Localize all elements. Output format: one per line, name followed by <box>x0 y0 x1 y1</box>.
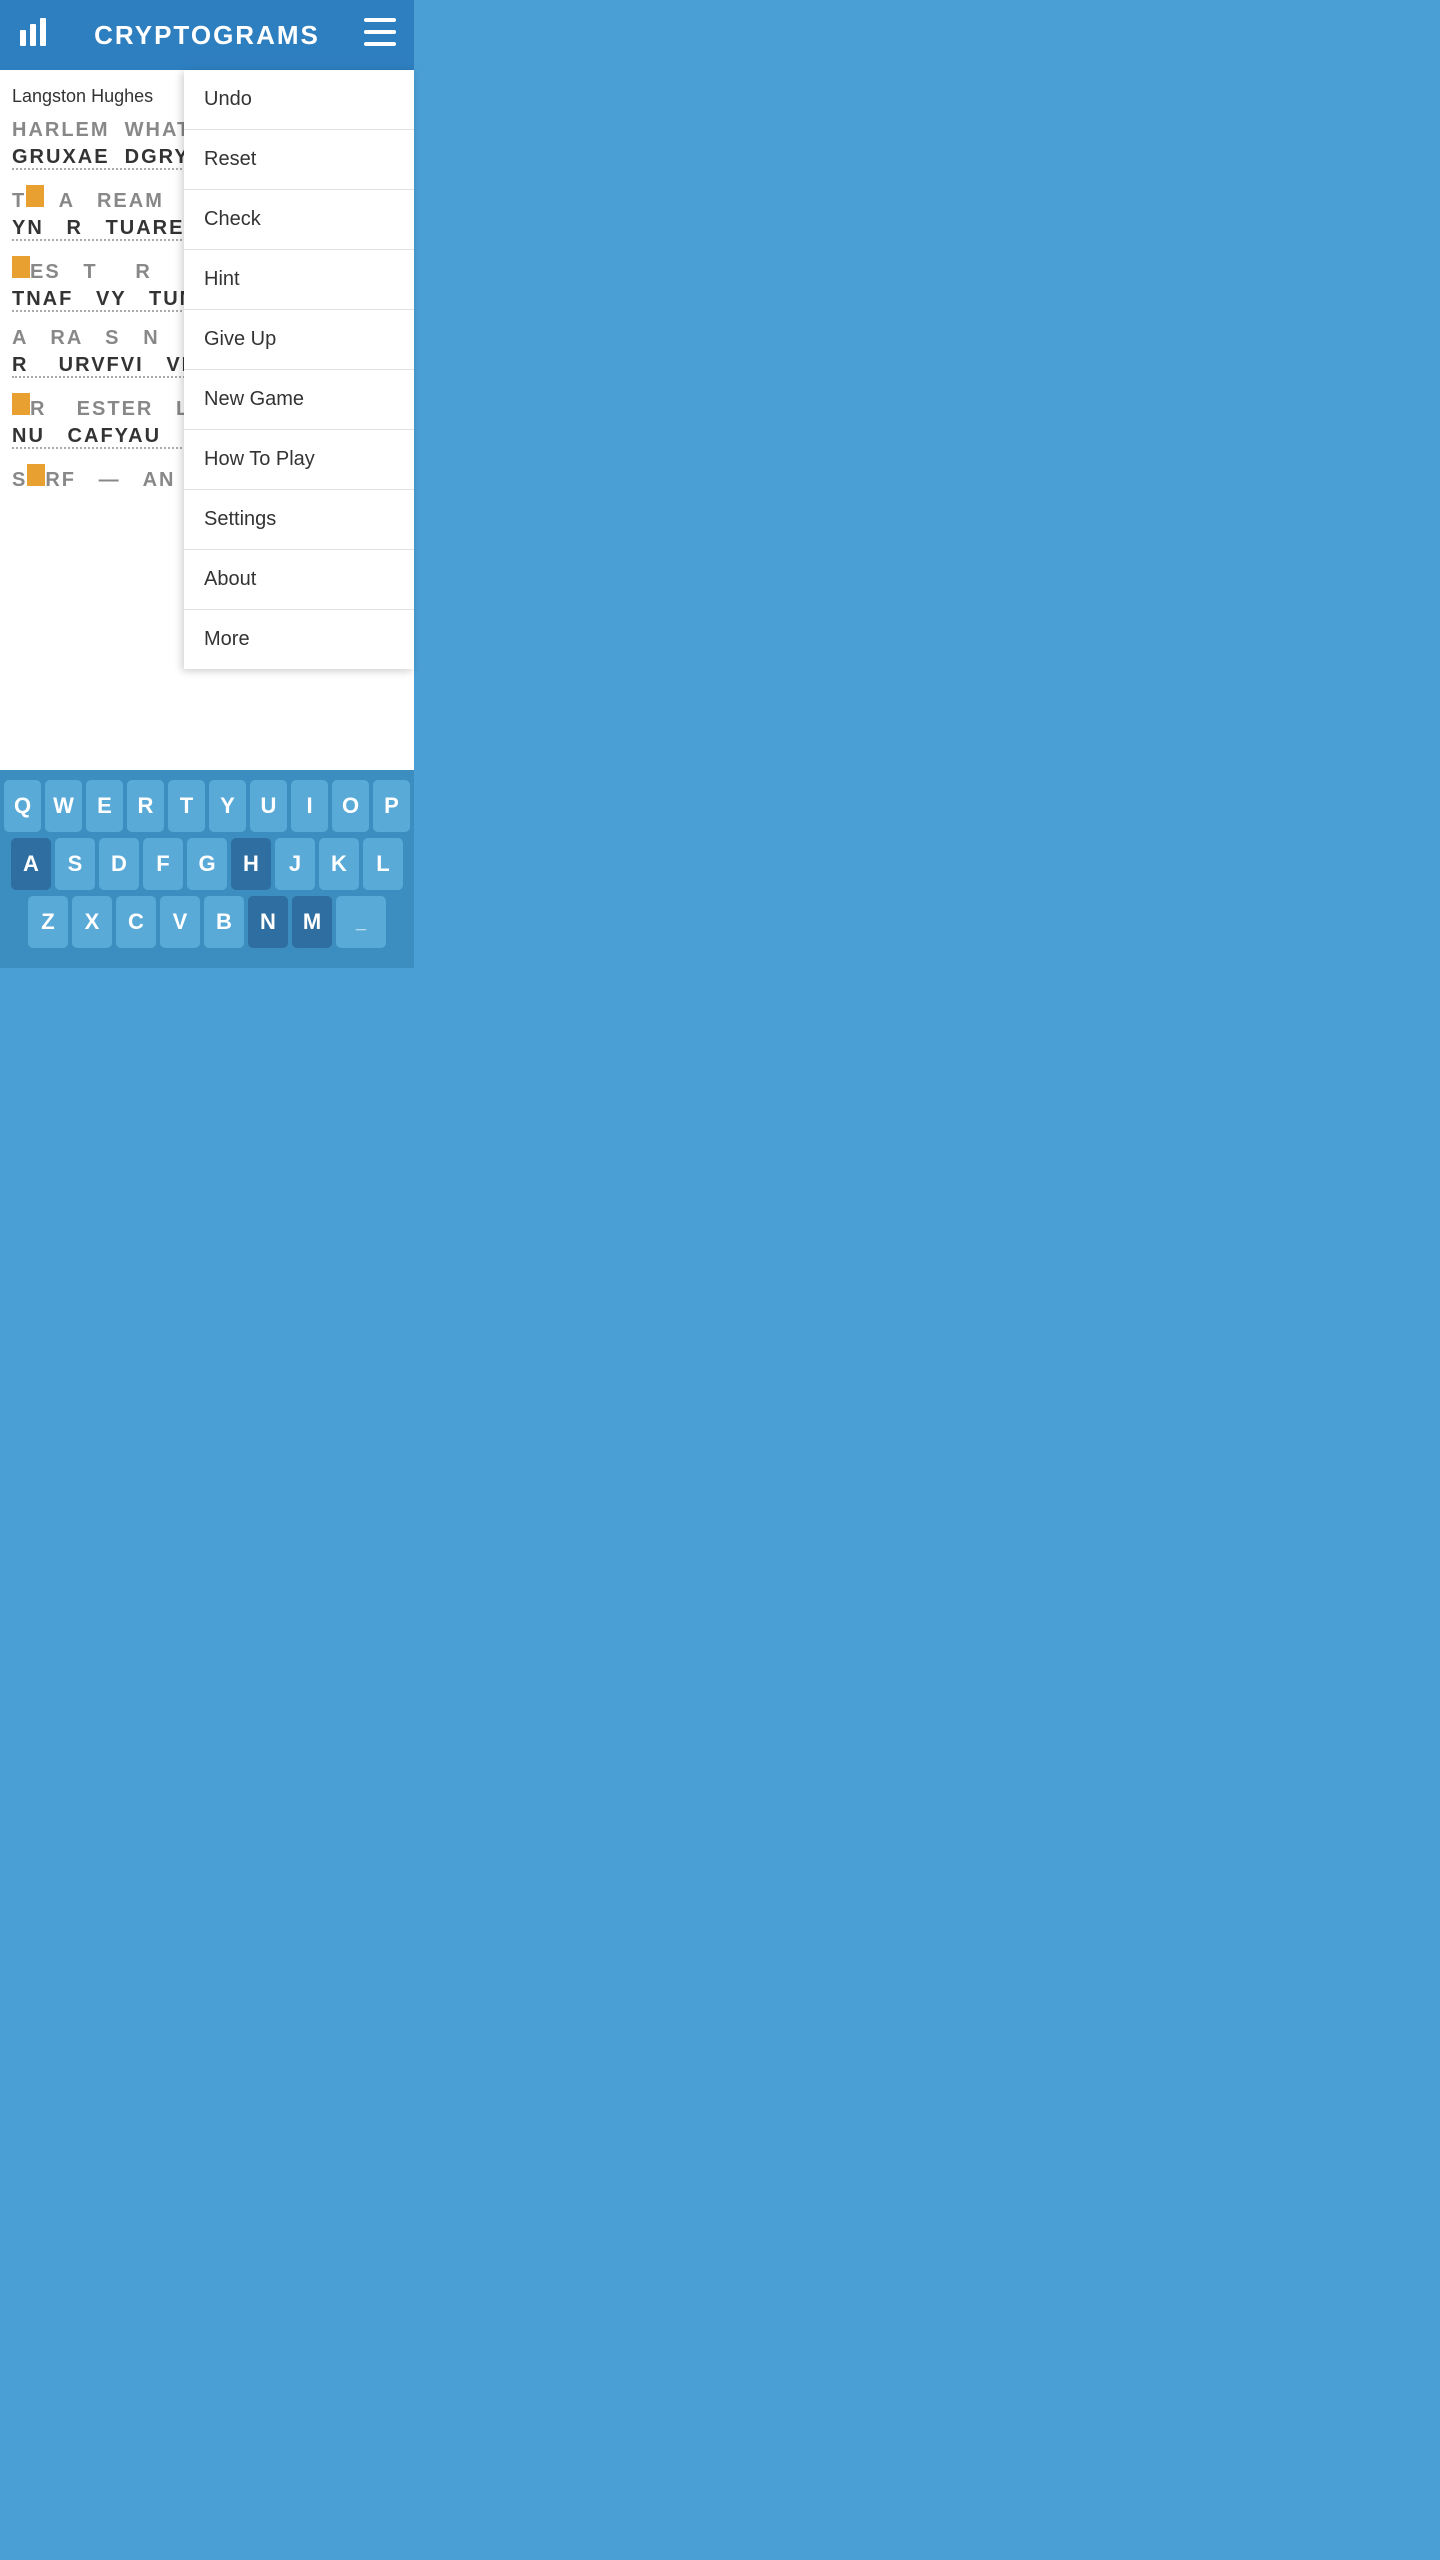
key-B[interactable]: B <box>204 896 244 948</box>
key-T[interactable]: T <box>168 780 205 832</box>
key-Y[interactable]: Y <box>209 780 246 832</box>
selected-cell-2[interactable] <box>12 256 30 278</box>
key-I[interactable]: I <box>291 780 328 832</box>
key-P[interactable]: P <box>373 780 410 832</box>
menu-item-how-to-play[interactable]: How To Play <box>184 430 414 490</box>
keyboard-row-1: Q W E R T Y U I O P <box>4 780 410 832</box>
menu-item-new-game[interactable]: New Game <box>184 370 414 430</box>
key-G[interactable]: G <box>187 838 227 890</box>
keyboard: Q W E R T Y U I O P A S D F G H J K L Z … <box>0 770 414 968</box>
keyboard-row-2: A S D F G H J K L <box>4 838 410 890</box>
key-F[interactable]: F <box>143 838 183 890</box>
key-C[interactable]: C <box>116 896 156 948</box>
key-R[interactable]: R <box>127 780 164 832</box>
key-U[interactable]: U <box>250 780 287 832</box>
key-E[interactable]: E <box>86 780 123 832</box>
key-backspace[interactable]: _ <box>336 896 386 948</box>
menu-item-more[interactable]: More <box>184 610 414 669</box>
selected-cell-4[interactable] <box>27 464 45 486</box>
menu-item-undo[interactable]: Undo <box>184 70 414 130</box>
key-V[interactable]: V <box>160 896 200 948</box>
key-M[interactable]: M <box>292 896 332 948</box>
app-header: Cryptograms <box>0 0 414 70</box>
app-title: Cryptograms <box>94 20 320 51</box>
key-K[interactable]: K <box>319 838 359 890</box>
main-content: Langston Hughes HARLEM WHAT GRUXAE DGRY … <box>0 70 414 770</box>
menu-item-give-up[interactable]: Give Up <box>184 310 414 370</box>
key-Z[interactable]: Z <box>28 896 68 948</box>
keyboard-row-3: Z X C V B N M _ <box>4 896 410 948</box>
key-D[interactable]: D <box>99 838 139 890</box>
key-Q[interactable]: Q <box>4 780 41 832</box>
key-W[interactable]: W <box>45 780 82 832</box>
menu-item-settings[interactable]: Settings <box>184 490 414 550</box>
stats-icon[interactable] <box>18 16 50 55</box>
key-S[interactable]: S <box>55 838 95 890</box>
key-X[interactable]: X <box>72 896 112 948</box>
selected-cell-3[interactable] <box>12 393 30 415</box>
menu-item-about[interactable]: About <box>184 550 414 610</box>
hamburger-icon[interactable] <box>364 18 396 53</box>
key-L[interactable]: L <box>363 838 403 890</box>
menu-item-reset[interactable]: Reset <box>184 130 414 190</box>
key-N[interactable]: N <box>248 896 288 948</box>
key-A[interactable]: A <box>11 838 51 890</box>
menu-item-check[interactable]: Check <box>184 190 414 250</box>
selected-cell-1[interactable] <box>26 185 44 207</box>
dropdown-menu: Undo Reset Check Hint Give Up New Game H… <box>184 70 414 669</box>
key-J[interactable]: J <box>275 838 315 890</box>
key-O[interactable]: O <box>332 780 369 832</box>
key-H[interactable]: H <box>231 838 271 890</box>
menu-item-hint[interactable]: Hint <box>184 250 414 310</box>
